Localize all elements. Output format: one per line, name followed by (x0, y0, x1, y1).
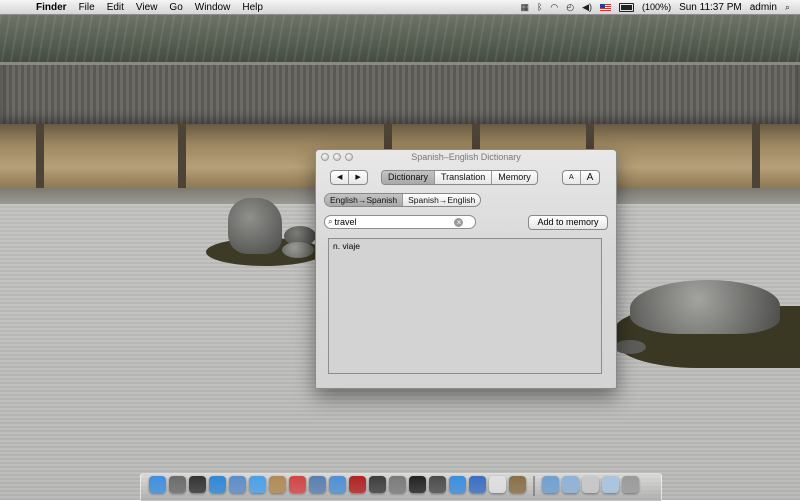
dock (140, 473, 662, 501)
rocket-icon[interactable] (169, 476, 186, 493)
battery-icon[interactable] (619, 2, 635, 12)
iphoto-icon[interactable] (309, 476, 326, 493)
dictionary-icon[interactable] (509, 476, 526, 493)
tab-spanish-to-english[interactable]: Spanish→English (402, 194, 480, 206)
network-icon[interactable] (449, 476, 466, 493)
add-to-memory-button[interactable]: Add to memory (528, 215, 608, 230)
direction-tabs: English→Spanish Spanish→English (324, 193, 482, 207)
font-size-control: A A (562, 170, 601, 185)
menu-clock[interactable]: Sun 11:37 PM (679, 2, 742, 13)
search-field: ⌕ × (324, 215, 476, 229)
wallpaper-rock (282, 242, 314, 258)
history-navigation: ◀ ▶ (330, 170, 368, 185)
minimize-button[interactable] (333, 153, 341, 161)
stack-docs-icon[interactable] (562, 476, 579, 493)
dock-icons (149, 476, 639, 496)
spotlight-icon[interactable]: ⌕ (785, 2, 790, 13)
bluetooth-icon[interactable]: ᛒ (537, 2, 542, 12)
close-button[interactable] (321, 153, 329, 161)
dictionary-window: Spanish–English Dictionary ◀ ▶ Dictionar… (315, 149, 617, 389)
activity-icon[interactable] (429, 476, 446, 493)
menu-user[interactable]: admin (750, 2, 777, 13)
volume-icon[interactable]: ◀) (582, 2, 592, 13)
menu-edit[interactable]: Edit (107, 2, 124, 13)
wall-post (36, 124, 44, 190)
wallpaper-trees (0, 14, 800, 68)
script-menu-icon[interactable]: ▦ (520, 2, 529, 13)
menu-view[interactable]: View (136, 2, 158, 13)
menu-help[interactable]: Help (242, 2, 263, 13)
stack-pictures-icon[interactable] (602, 476, 619, 493)
mail-icon[interactable] (229, 476, 246, 493)
zoom-button[interactable] (345, 153, 353, 161)
ical-icon[interactable] (289, 476, 306, 493)
window-titlebar[interactable]: Spanish–English Dictionary (316, 150, 616, 164)
time-machine-menu-icon[interactable]: ◴ (566, 2, 574, 13)
safari-icon[interactable] (209, 476, 226, 493)
finder-icon[interactable] (149, 476, 166, 493)
input-source-flag-icon[interactable] (600, 3, 612, 11)
back-arrow-icon[interactable]: ◀ (331, 171, 348, 184)
wifi-icon[interactable]: ◠ (550, 2, 558, 13)
menu-app-finder[interactable]: Finder (36, 2, 67, 13)
dashboard-icon[interactable] (189, 476, 206, 493)
wall-post (752, 124, 760, 190)
address-book-icon[interactable] (269, 476, 286, 493)
tab-memory[interactable]: Memory (491, 171, 537, 184)
dock-separator (533, 476, 535, 496)
trash-icon[interactable] (622, 476, 639, 493)
menu-file[interactable]: File (79, 2, 95, 13)
wall-post (178, 124, 186, 190)
time-machine-icon[interactable] (369, 476, 386, 493)
textedit-icon[interactable] (489, 476, 506, 493)
clear-search-icon[interactable]: × (454, 217, 464, 227)
itunes-icon[interactable] (329, 476, 346, 493)
ichat-icon[interactable] (249, 476, 266, 493)
stack-apps-icon[interactable] (542, 476, 559, 493)
search-input[interactable] (332, 217, 455, 227)
tab-dictionary[interactable]: Dictionary (382, 171, 435, 184)
wallpaper-rock (630, 280, 780, 334)
forward-arrow-icon[interactable]: ▶ (348, 171, 366, 184)
font-larger-button[interactable]: A (579, 171, 600, 184)
wallpaper-roof (0, 62, 800, 127)
battery-percent: (100%) (642, 2, 672, 12)
definition-text: n. viaje (333, 241, 360, 251)
stack-downloads-icon[interactable] (582, 476, 599, 493)
photo-booth-icon[interactable] (349, 476, 366, 493)
tab-english-to-spanish[interactable]: English→Spanish (325, 194, 403, 206)
wallpaper-rock (614, 340, 646, 354)
tab-translation[interactable]: Translation (434, 171, 491, 184)
menu-bar: Finder File Edit View Go Window Help ▦ ᛒ… (0, 0, 800, 15)
menu-go[interactable]: Go (169, 2, 182, 13)
menu-extras: ▦ ᛒ ◠ ◴ ◀) (100%) Sun 11:37 PM admin ⌕ (520, 2, 800, 13)
system-preferences-icon[interactable] (389, 476, 406, 493)
result-pane: n. viaje (328, 238, 602, 374)
xcode-icon[interactable] (469, 476, 486, 493)
font-smaller-button[interactable]: A (563, 171, 580, 184)
wallpaper-rock (228, 198, 282, 254)
mode-tabs: Dictionary Translation Memory (381, 170, 538, 185)
terminal-icon[interactable] (409, 476, 426, 493)
window-title: Spanish–English Dictionary (411, 152, 521, 162)
menu-window[interactable]: Window (195, 2, 231, 13)
